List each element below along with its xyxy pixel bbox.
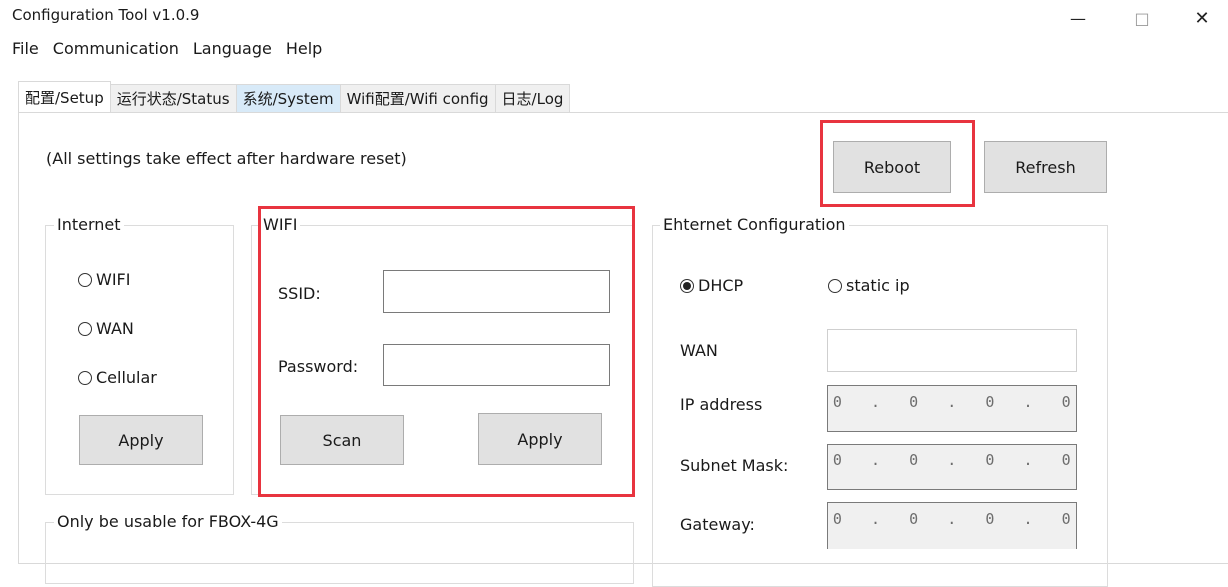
- ssid-input[interactable]: [383, 270, 610, 313]
- radio-static-ip[interactable]: static ip: [828, 276, 910, 295]
- radio-wan-label: WAN: [96, 319, 134, 338]
- wifi-scan-label: Scan: [322, 430, 362, 450]
- radio-dhcp-indicator: [680, 278, 694, 293]
- ethernet-group-title: Ehternet Configuration: [660, 215, 849, 234]
- radio-wan-indicator: [78, 321, 92, 336]
- tab-setup-label: 配置/Setup: [25, 88, 104, 107]
- radio-static-ip-indicator: [828, 278, 842, 293]
- wifi-group-title: WIFI: [260, 215, 301, 234]
- gateway-label: Gateway:: [680, 515, 755, 534]
- radio-dhcp[interactable]: DHCP: [680, 276, 743, 295]
- radio-wifi-label: WIFI: [96, 270, 131, 289]
- gateway-field[interactable]: 0 . 0 . 0 . 0: [827, 502, 1077, 549]
- maximize-button[interactable]: □: [1120, 4, 1164, 32]
- tab-wifi-config[interactable]: Wifi配置/Wifi config: [339, 84, 496, 112]
- tab-status[interactable]: 运行状态/Status: [109, 84, 237, 112]
- tab-status-label: 运行状态/Status: [116, 90, 230, 108]
- reboot-label: Reboot: [863, 157, 921, 177]
- wifi-apply-button[interactable]: Apply: [478, 413, 602, 465]
- radio-wan[interactable]: WAN: [78, 319, 134, 338]
- ip-address-label: IP address: [680, 395, 763, 414]
- reboot-button[interactable]: Reboot: [833, 141, 951, 193]
- radio-dhcp-label: DHCP: [698, 276, 744, 295]
- wan-label: WAN: [680, 341, 718, 360]
- password-input[interactable]: [383, 344, 610, 386]
- fbox-group-title: Only be usable for FBOX-4G: [54, 512, 282, 531]
- radio-static-ip-label: static ip: [846, 276, 910, 295]
- menu-communication[interactable]: Communication: [53, 39, 179, 58]
- radio-cellular-label: Cellular: [96, 368, 157, 387]
- refresh-label: Refresh: [1015, 157, 1076, 177]
- maximize-icon: □: [1134, 8, 1150, 28]
- internet-apply-button[interactable]: Apply: [79, 415, 203, 465]
- menu-help[interactable]: Help: [286, 39, 322, 58]
- menu-file[interactable]: File: [12, 39, 39, 58]
- tab-wifi-config-label: Wifi配置/Wifi config: [346, 90, 489, 108]
- tab-setup[interactable]: 配置/Setup: [18, 81, 111, 112]
- minimize-button[interactable]: —: [1056, 4, 1100, 32]
- reset-notice: (All settings take effect after hardware…: [46, 149, 407, 168]
- wifi-apply-label: Apply: [517, 429, 563, 449]
- wifi-scan-button[interactable]: Scan: [280, 415, 404, 465]
- close-icon: ✕: [1194, 7, 1210, 29]
- wan-input[interactable]: [827, 329, 1077, 372]
- ip-address-field[interactable]: 0 . 0 . 0 . 0: [827, 385, 1077, 432]
- close-button[interactable]: ✕: [1180, 4, 1224, 32]
- radio-cellular-indicator: [78, 370, 92, 385]
- tab-system[interactable]: 系统/System: [235, 84, 341, 112]
- radio-wifi[interactable]: WIFI: [78, 270, 130, 289]
- radio-cellular[interactable]: Cellular: [78, 368, 157, 387]
- tab-log-label: 日志/Log: [501, 90, 564, 108]
- tab-system-label: 系统/System: [242, 90, 334, 108]
- radio-wifi-indicator: [78, 272, 92, 287]
- fbox-group: [45, 522, 634, 584]
- tab-log[interactable]: 日志/Log: [494, 84, 571, 112]
- password-label: Password:: [278, 357, 359, 376]
- subnet-mask-field[interactable]: 0 . 0 . 0 . 0: [827, 444, 1077, 490]
- ip-address-value: 0 . 0 . 0 . 0: [832, 392, 1072, 411]
- menu-language[interactable]: Language: [193, 39, 272, 58]
- menu-bar: File Communication Language Help: [12, 39, 336, 58]
- gateway-value: 0 . 0 . 0 . 0: [832, 510, 1072, 528]
- window-title: Configuration Tool v1.0.9: [12, 6, 200, 24]
- ssid-label: SSID:: [278, 284, 321, 303]
- minimize-icon: —: [1070, 8, 1086, 28]
- refresh-button[interactable]: Refresh: [984, 141, 1107, 193]
- internet-apply-label: Apply: [118, 430, 164, 450]
- internet-group-title: Internet: [54, 215, 124, 234]
- subnet-mask-value: 0 . 0 . 0 . 0: [832, 451, 1072, 469]
- subnet-mask-label: Subnet Mask:: [680, 456, 789, 475]
- tab-strip: 配置/Setup 运行状态/Status 系统/System Wifi配置/Wi…: [18, 81, 571, 112]
